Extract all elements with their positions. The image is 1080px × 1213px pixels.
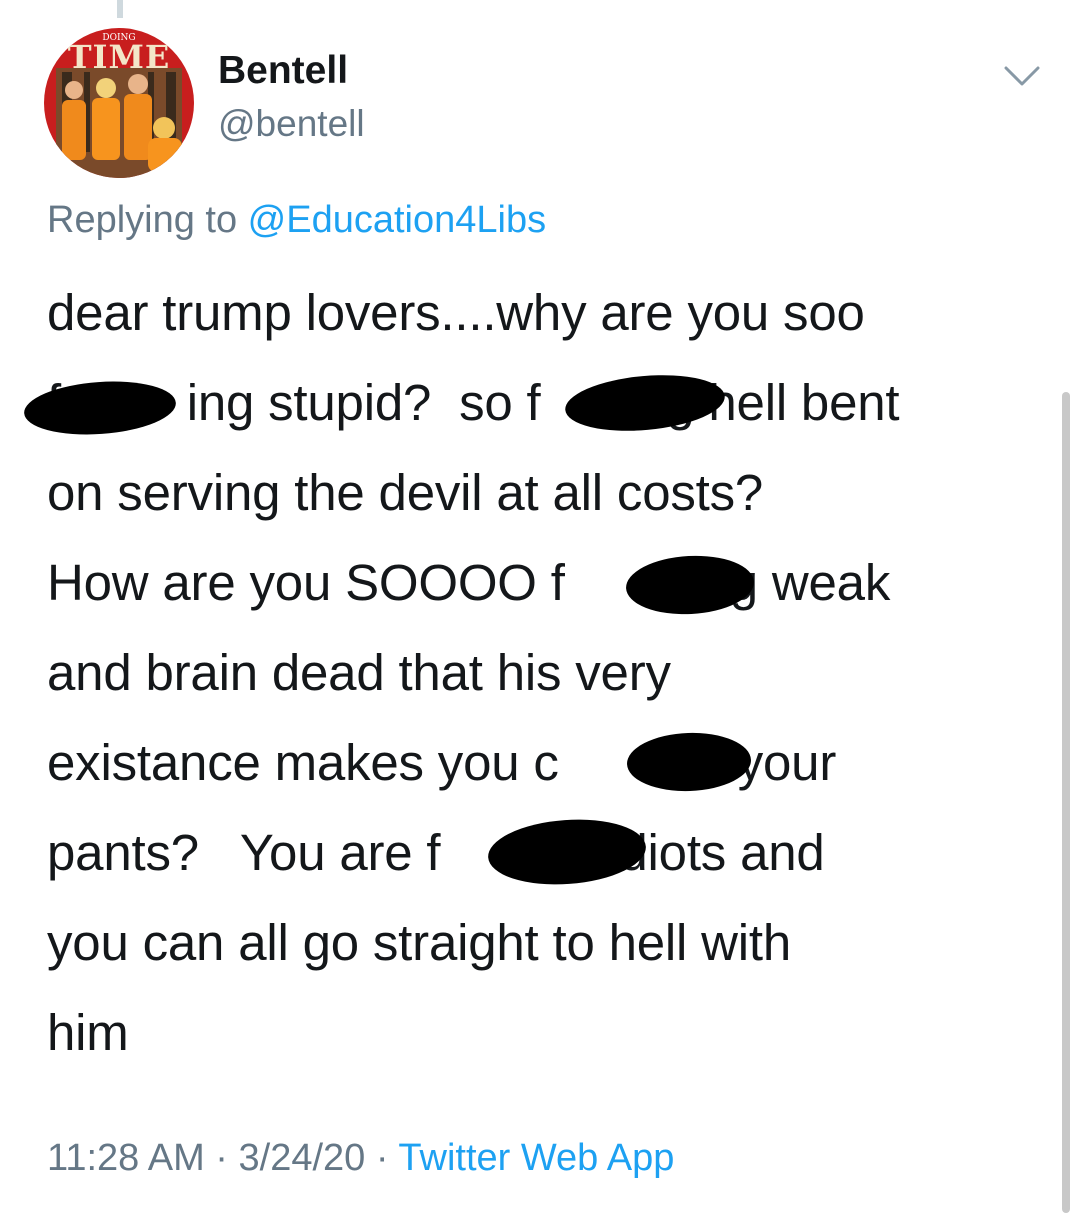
tweet-text-line: f ing stupid? so f g hell bent	[47, 374, 900, 431]
meta-separator: ·	[365, 1137, 399, 1179]
tweet-text-line: existance makes you c in your	[47, 734, 837, 791]
meta-separator: ·	[204, 1137, 239, 1179]
profile-avatar-icon: DOING TIME	[44, 28, 194, 178]
tweet-text-line: and brain dead that his very	[47, 644, 671, 701]
author-display-name[interactable]: Bentell	[218, 48, 348, 94]
author-handle[interactable]: @bentell	[218, 102, 365, 146]
tweet-text-line: How are you SOOOO f ing weak	[47, 554, 891, 611]
tweet-text-line: dear trump lovers....why are you soo	[47, 284, 865, 341]
tweet-date[interactable]: 3/24/20	[239, 1137, 366, 1179]
avatar-masthead: TIME	[68, 38, 171, 76]
avatar[interactable]: DOING TIME	[44, 28, 194, 178]
replying-to-prefix: Replying to	[47, 199, 248, 241]
tweet-time[interactable]: 11:28 AM	[47, 1137, 205, 1179]
reply-mention-link[interactable]: @Education4Libs	[248, 199, 546, 241]
tweet-text-line: on serving the devil at all costs?	[47, 464, 764, 521]
tweet-text: dear trump lovers....why are you soo f i…	[47, 268, 1032, 1078]
thread-connector-line	[117, 0, 123, 18]
replying-to: Replying to @Education4Libs	[47, 198, 546, 242]
tweet-text-line: him	[47, 1004, 129, 1061]
scrollbar[interactable]	[1062, 392, 1070, 1213]
tweet-source-link[interactable]: Twitter Web App	[398, 1137, 674, 1179]
tweet-metadata: 11:28 AM · 3/24/20 · Twitter Web App	[47, 1133, 674, 1183]
tweet-text-line: you can all go straight to hell with	[47, 914, 792, 971]
chevron-down-icon[interactable]	[1002, 60, 1042, 90]
